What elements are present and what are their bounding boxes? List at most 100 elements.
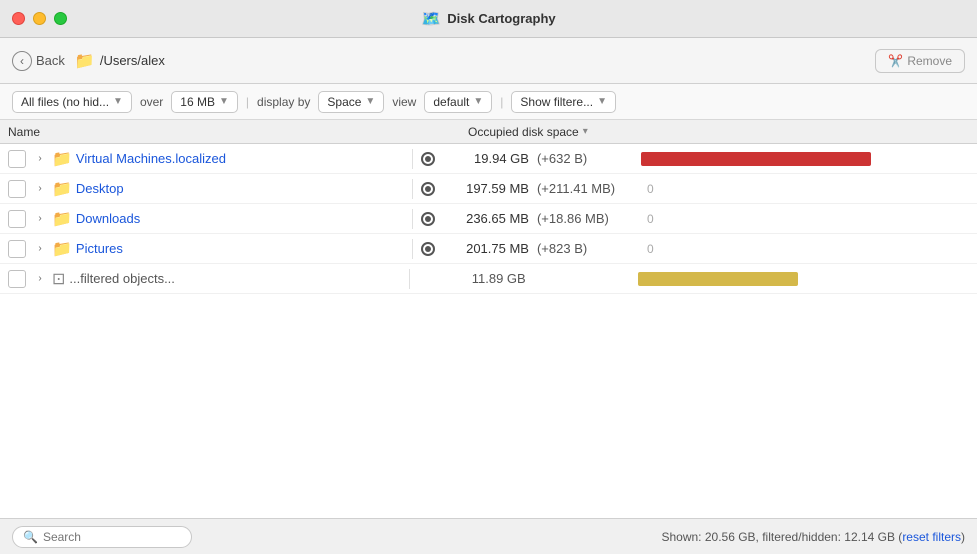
space-column-label: Occupied disk space: [468, 125, 579, 139]
reset-filters-link[interactable]: reset filters: [902, 530, 961, 544]
status-text: Shown: 20.56 GB, filtered/hidden: 12.14 …: [192, 530, 965, 544]
expand-icon[interactable]: ›: [32, 181, 48, 197]
size-value: 16 MB: [180, 95, 215, 109]
back-arrow-icon: ‹: [12, 51, 32, 71]
view-label: view: [392, 95, 416, 109]
folder-icon: 📁: [52, 149, 72, 169]
row-name: Virtual Machines.localized: [76, 151, 404, 166]
filtered-icon: ⊡: [52, 269, 65, 289]
maximize-button[interactable]: [54, 12, 67, 25]
table-header: Name Occupied disk space ▾: [0, 120, 977, 144]
display-by-label: display by: [257, 95, 310, 109]
remove-icon: ✂️: [888, 54, 903, 68]
row-radio[interactable]: [421, 242, 435, 256]
row-count: 0: [647, 242, 663, 256]
column-separator: [409, 269, 410, 289]
expand-icon[interactable]: ›: [32, 241, 48, 257]
row-checkbox[interactable]: [8, 240, 26, 258]
row-radio[interactable]: [421, 212, 435, 226]
table-row[interactable]: ›📁 Pictures 201.75 MB(+823 B) 0: [0, 234, 977, 264]
view-value: default: [433, 95, 469, 109]
minimize-button[interactable]: [33, 12, 46, 25]
expand-icon[interactable]: ›: [32, 271, 48, 287]
column-separator: [412, 179, 413, 199]
table-row[interactable]: ›⊡ ...filtered objects... 11.89 GB: [0, 264, 977, 294]
search-icon: 🔍: [23, 530, 38, 544]
toolbar: ‹ Back 📁 /Users/alex ✂️ Remove: [0, 38, 977, 84]
filter-bar: All files (no hid... ▼ over 16 MB ▼ | di…: [0, 84, 977, 120]
display-by-dropdown[interactable]: Space ▼: [318, 91, 384, 113]
space-column-header: Occupied disk space ▾: [468, 125, 969, 139]
table-row[interactable]: ›📁 Downloads 236.65 MB(+18.86 MB) 0: [0, 204, 977, 234]
status-prefix: Shown: 20.56 GB, filtered/hidden: 12.14 …: [661, 530, 902, 544]
name-column-header: Name: [8, 125, 468, 139]
bar-container: [630, 270, 969, 288]
display-by-value: Space: [327, 95, 361, 109]
row-name: Pictures: [76, 241, 404, 256]
path-display: 📁 /Users/alex: [75, 51, 865, 71]
close-button[interactable]: [12, 12, 25, 25]
row-change: (+211.41 MB): [533, 181, 633, 196]
app-icon: 🗺️: [421, 9, 441, 29]
bar-container: [633, 150, 969, 168]
file-table: Name Occupied disk space ▾ ›📁Virtual Mac…: [0, 120, 977, 518]
title-bar: 🗺️ Disk Cartography: [0, 0, 977, 38]
row-name: Downloads: [76, 211, 404, 226]
separator-1: |: [246, 95, 249, 109]
show-filter-dropdown[interactable]: Show filtere... ▼: [511, 91, 616, 113]
window-title: 🗺️ Disk Cartography: [421, 9, 555, 29]
back-button[interactable]: ‹ Back: [12, 51, 65, 71]
status-suffix: ): [961, 530, 965, 544]
row-checkbox[interactable]: [8, 270, 26, 288]
size-dropdown[interactable]: 16 MB ▼: [171, 91, 238, 113]
expand-icon[interactable]: ›: [32, 211, 48, 227]
folder-icon: 📁: [52, 209, 72, 229]
name-column-label: Name: [8, 125, 40, 139]
row-size: 19.94 GB: [443, 151, 533, 166]
bar-container: 0: [633, 240, 969, 258]
table-row[interactable]: ›📁 Desktop 197.59 MB(+211.41 MB)0: [0, 174, 977, 204]
folder-icon: 📁: [52, 179, 72, 199]
row-checkbox[interactable]: [8, 180, 26, 198]
show-filter-arrow: ▼: [597, 96, 607, 107]
search-box[interactable]: 🔍: [12, 526, 192, 548]
expand-icon[interactable]: ›: [32, 151, 48, 167]
view-arrow: ▼: [473, 96, 483, 107]
row-checkbox[interactable]: [8, 210, 26, 228]
row-size: 197.59 MB: [443, 181, 533, 196]
files-filter-arrow: ▼: [113, 96, 123, 107]
row-size: 201.75 MB: [443, 241, 533, 256]
remove-button[interactable]: ✂️ Remove: [875, 49, 965, 73]
row-checkbox[interactable]: [8, 150, 26, 168]
row-count: 0: [647, 212, 663, 226]
files-filter-dropdown[interactable]: All files (no hid... ▼: [12, 91, 132, 113]
bar-container: 0: [633, 210, 969, 228]
display-by-arrow: ▼: [365, 96, 375, 107]
size-over-label: over: [140, 95, 163, 109]
row-change: (+632 B): [533, 151, 633, 166]
view-dropdown[interactable]: default ▼: [424, 91, 492, 113]
size-arrow: ▼: [219, 96, 229, 107]
column-separator: [412, 149, 413, 169]
row-name: ...filtered objects...: [69, 271, 400, 286]
table-row[interactable]: ›📁 Virtual Machines.localized 19.94 GB(+63…: [0, 144, 977, 174]
column-separator: [412, 239, 413, 259]
show-filter-label: Show filtere...: [520, 95, 593, 109]
bottom-bar: 🔍 Shown: 20.56 GB, filtered/hidden: 12.1…: [0, 518, 977, 554]
search-input[interactable]: [43, 530, 173, 544]
path-text: /Users/alex: [100, 53, 165, 68]
row-change: (+823 B): [533, 241, 633, 256]
row-name: Desktop: [76, 181, 404, 196]
usage-bar: [638, 272, 798, 286]
folder-icon: 📁: [75, 51, 95, 71]
table-body: ›📁Virtual Machines.localized19.94 GB(+63…: [0, 144, 977, 518]
row-change: (+18.86 MB): [533, 211, 633, 226]
sort-arrow-icon: ▾: [583, 126, 588, 137]
column-separator: [412, 209, 413, 229]
folder-icon: 📁: [52, 239, 72, 259]
row-size: 11.89 GB: [440, 271, 530, 286]
row-radio[interactable]: [421, 182, 435, 196]
row-size: 236.65 MB: [443, 211, 533, 226]
row-radio[interactable]: [421, 152, 435, 166]
bar-container: 0: [633, 180, 969, 198]
